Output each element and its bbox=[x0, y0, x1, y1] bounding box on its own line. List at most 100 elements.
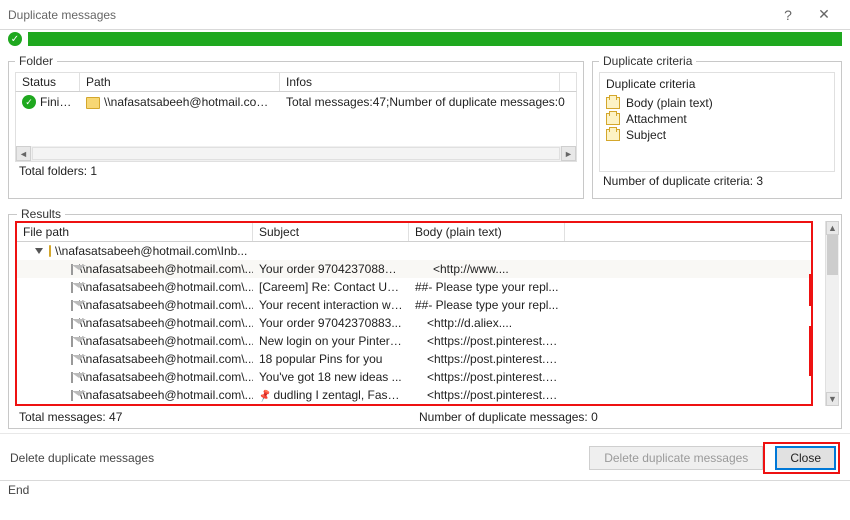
row-body: <https://post.pinterest.c... bbox=[409, 352, 565, 366]
results-row[interactable]: \\nafasatsabeeh@hotmail.com\...Your rece… bbox=[17, 296, 811, 314]
criteria-icon bbox=[606, 113, 620, 125]
folder-row-status: ✓Finished bbox=[16, 95, 80, 110]
envelope-icon bbox=[71, 336, 73, 347]
status-bar: End bbox=[0, 480, 850, 498]
row-filepath: \\nafasatsabeeh@hotmail.com\... bbox=[79, 352, 253, 366]
window-title: Duplicate messages bbox=[8, 8, 770, 22]
row-filepath: \\nafasatsabeeh@hotmail.com\... bbox=[79, 334, 253, 348]
criteria-header: Duplicate criteria bbox=[606, 77, 828, 91]
row-body: <http://d.aliex.... bbox=[409, 316, 565, 330]
scroll-thumb[interactable] bbox=[827, 235, 838, 275]
folder-col-infos[interactable]: Infos bbox=[280, 73, 560, 91]
folder-row-infos: Total messages:47;Number of duplicate me… bbox=[280, 95, 576, 109]
results-col-filepath[interactable]: File path bbox=[17, 223, 253, 241]
results-root-row[interactable]: \\nafasatsabeeh@hotmail.com\Inb... bbox=[17, 242, 811, 260]
results-row[interactable]: \\nafasatsabeeh@hotmail.com\...New login… bbox=[17, 332, 811, 350]
row-subject: Your order 97042370883... bbox=[253, 316, 409, 330]
results-col-subject[interactable]: Subject bbox=[253, 223, 409, 241]
envelope-icon bbox=[71, 300, 73, 311]
delete-duplicates-button[interactable]: Delete duplicate messages bbox=[589, 446, 763, 470]
row-body: <http://www.... bbox=[409, 262, 565, 276]
row-subject: 📌dudling I zentagl, Fashi... bbox=[253, 388, 409, 402]
duplicate-messages-label: Number of duplicate messages: 0 bbox=[419, 410, 598, 424]
criteria-icon bbox=[606, 97, 620, 109]
results-footer: Total messages: 47 Number of duplicate m… bbox=[9, 406, 841, 428]
row-body: ##- Please type your repl... bbox=[409, 298, 565, 312]
action-label: Delete duplicate messages bbox=[10, 451, 581, 465]
check-circle-icon: ✓ bbox=[22, 95, 36, 109]
row-body: <https://post.pinterest.c... bbox=[409, 388, 565, 402]
results-row[interactable]: \\nafasatsabeeh@hotmail.com\...[Careem] … bbox=[17, 278, 811, 296]
row-subject: New login on your Pintere... bbox=[253, 334, 409, 348]
close-button-highlight: Close bbox=[763, 442, 840, 474]
folder-icon bbox=[86, 97, 100, 109]
scroll-left-icon[interactable]: ◄ bbox=[16, 146, 31, 161]
criteria-item[interactable]: Body (plain text) bbox=[606, 95, 828, 111]
total-messages-label: Total messages: 47 bbox=[19, 410, 419, 424]
envelope-icon bbox=[71, 354, 73, 365]
folder-row[interactable]: ✓Finished \\nafasatsabeeh@hotmail.com\I.… bbox=[16, 92, 576, 112]
results-legend: Results bbox=[17, 207, 65, 221]
folder-col-path[interactable]: Path bbox=[80, 73, 280, 91]
row-filepath: \\nafasatsabeeh@hotmail.com\... bbox=[79, 280, 253, 294]
results-row[interactable]: \\nafasatsabeeh@hotmail.com\...18 popula… bbox=[17, 350, 811, 368]
criteria-legend: Duplicate criteria bbox=[599, 54, 696, 68]
folder-table-header: Status Path Infos bbox=[15, 72, 577, 92]
row-subject: Your recent interaction wi... bbox=[253, 298, 409, 312]
envelope-icon bbox=[71, 372, 73, 383]
criteria-icon bbox=[606, 129, 620, 141]
criteria-item[interactable]: Attachment bbox=[606, 111, 828, 127]
row-body: <https://post.pinterest.c... bbox=[409, 370, 565, 384]
results-header: File path Subject Body (plain text) bbox=[17, 223, 811, 242]
results-col-body[interactable]: Body (plain text) bbox=[409, 223, 565, 241]
scroll-track[interactable] bbox=[32, 147, 560, 160]
row-filepath: \\nafasatsabeeh@hotmail.com\... bbox=[79, 370, 253, 384]
envelope-icon bbox=[71, 264, 73, 275]
row-filepath: \\nafasatsabeeh@hotmail.com\... bbox=[79, 298, 253, 312]
results-group: Results File path Subject Body (plain te… bbox=[8, 207, 842, 429]
scroll-up-icon[interactable]: ▲ bbox=[826, 221, 839, 235]
title-bar: Duplicate messages ? ✕ bbox=[0, 0, 850, 30]
row-filepath: \\nafasatsabeeh@hotmail.com\... bbox=[79, 262, 253, 276]
envelope-icon bbox=[71, 390, 73, 401]
results-row[interactable]: \\nafasatsabeeh@hotmail.com\...Your orde… bbox=[17, 314, 811, 332]
results-root-label: \\nafasatsabeeh@hotmail.com\Inb... bbox=[55, 244, 247, 258]
folder-legend: Folder bbox=[15, 54, 57, 68]
results-table: File path Subject Body (plain text) \\na… bbox=[15, 221, 813, 406]
row-body: <https://post.pinterest.c... bbox=[409, 334, 565, 348]
horizontal-scrollbar[interactable]: ◄ ► bbox=[16, 146, 576, 161]
row-subject: You've got 18 new ideas ... bbox=[253, 370, 409, 384]
folder-table-body[interactable]: ✓Finished \\nafasatsabeeh@hotmail.com\I.… bbox=[15, 92, 577, 162]
criteria-group: Duplicate criteria Duplicate criteria Bo… bbox=[592, 54, 842, 199]
row-subject: 18 popular Pins for you bbox=[253, 352, 409, 366]
check-circle-icon: ✓ bbox=[8, 32, 22, 46]
open-folder-icon bbox=[49, 245, 51, 257]
row-subject: [Careem] Re: Contact Us ... bbox=[253, 280, 409, 294]
folder-row-path: \\nafasatsabeeh@hotmail.com\I... bbox=[80, 95, 280, 109]
vertical-scrollbar[interactable]: ▲ ▼ bbox=[825, 221, 839, 406]
results-row[interactable]: \\nafasatsabeeh@hotmail.com\...Your orde… bbox=[17, 260, 811, 278]
row-filepath: \\nafasatsabeeh@hotmail.com\... bbox=[79, 388, 253, 402]
close-button[interactable]: Close bbox=[775, 446, 836, 470]
progress-row: ✓ bbox=[0, 30, 850, 48]
scroll-right-icon[interactable]: ► bbox=[561, 146, 576, 161]
envelope-icon bbox=[71, 318, 73, 329]
results-body[interactable]: \\nafasatsabeeh@hotmail.com\Inb... \\naf… bbox=[17, 242, 811, 404]
criteria-list: Duplicate criteria Body (plain text) Att… bbox=[599, 72, 835, 172]
results-row[interactable]: \\nafasatsabeeh@hotmail.com\...You've go… bbox=[17, 368, 811, 386]
folder-group: Folder Status Path Infos ✓Finished \\naf… bbox=[8, 54, 584, 199]
criteria-item[interactable]: Subject bbox=[606, 127, 828, 143]
total-folders-label: Total folders: 1 bbox=[19, 164, 573, 178]
action-bar: Delete duplicate messages Delete duplica… bbox=[0, 433, 850, 480]
folder-col-status[interactable]: Status bbox=[16, 73, 80, 91]
red-marker-icon bbox=[809, 274, 811, 306]
chevron-down-icon[interactable] bbox=[35, 248, 43, 254]
results-row[interactable]: \\nafasatsabeeh@hotmail.com\...📌dudling … bbox=[17, 386, 811, 404]
close-window-button[interactable]: ✕ bbox=[806, 3, 842, 27]
row-body: ##- Please type your repl... bbox=[409, 280, 565, 294]
help-button[interactable]: ? bbox=[770, 3, 806, 27]
progress-bar bbox=[28, 32, 842, 46]
row-filepath: \\nafasatsabeeh@hotmail.com\... bbox=[79, 316, 253, 330]
scroll-down-icon[interactable]: ▼ bbox=[826, 392, 839, 406]
pin-icon: 📌 bbox=[257, 389, 272, 402]
